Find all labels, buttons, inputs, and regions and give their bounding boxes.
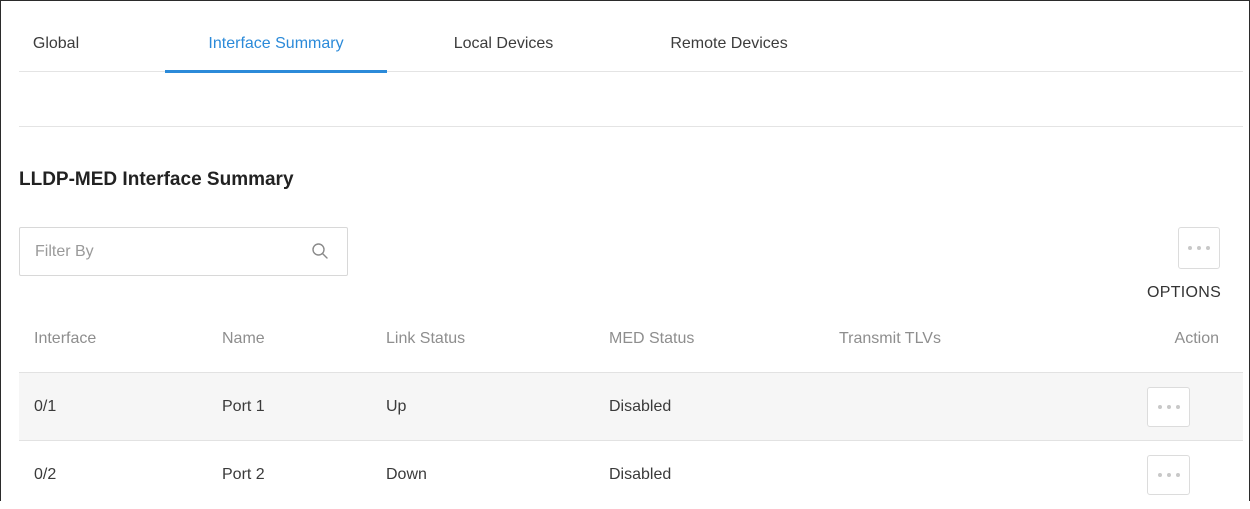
filter-box bbox=[19, 227, 348, 276]
tab-interface-summary[interactable]: Interface Summary bbox=[165, 1, 387, 73]
cell-interface: 0/2 bbox=[34, 466, 57, 483]
options-label: OPTIONS bbox=[1147, 284, 1222, 301]
more-dots-icon bbox=[1179, 246, 1219, 250]
column-header-transmit-tlvs[interactable]: Transmit TLVs bbox=[839, 306, 941, 372]
cell-med-status: Disabled bbox=[609, 398, 672, 415]
cell-name: Port 2 bbox=[222, 466, 265, 483]
column-header-link-status[interactable]: Link Status bbox=[386, 306, 465, 372]
cell-name: Port 1 bbox=[222, 398, 265, 415]
tab-global[interactable]: Global bbox=[19, 1, 93, 72]
cell-link-status: Up bbox=[386, 398, 407, 415]
row-action-button[interactable] bbox=[1147, 455, 1190, 495]
page-frame: Global Interface Summary Local Devices R… bbox=[0, 0, 1250, 501]
interface-table: Interface Name Link Status MED Status Tr… bbox=[19, 306, 1243, 508]
tab-remote-devices[interactable]: Remote Devices bbox=[641, 1, 817, 72]
page-title: LLDP-MED Interface Summary bbox=[19, 169, 294, 190]
table-row[interactable]: 0/1 Port 1 Up Disabled bbox=[19, 372, 1243, 440]
table-header: Interface Name Link Status MED Status Tr… bbox=[19, 306, 1243, 372]
filter-input[interactable] bbox=[35, 228, 305, 275]
options-button[interactable] bbox=[1178, 227, 1220, 269]
cell-interface: 0/1 bbox=[34, 398, 57, 415]
table-row[interactable]: 0/2 Port 2 Down Disabled bbox=[19, 440, 1243, 508]
tab-local-devices[interactable]: Local Devices bbox=[431, 1, 576, 72]
column-header-interface[interactable]: Interface bbox=[34, 306, 96, 372]
section-divider bbox=[19, 126, 1243, 127]
column-header-med-status[interactable]: MED Status bbox=[609, 306, 694, 372]
cell-med-status: Disabled bbox=[609, 466, 672, 483]
column-header-name[interactable]: Name bbox=[222, 306, 265, 372]
column-header-action: Action bbox=[1174, 330, 1219, 347]
more-dots-icon bbox=[1148, 473, 1189, 477]
search-icon[interactable] bbox=[311, 242, 329, 260]
more-dots-icon bbox=[1148, 405, 1189, 409]
cell-link-status: Down bbox=[386, 466, 427, 483]
row-action-button[interactable] bbox=[1147, 387, 1190, 427]
tab-bar: Global Interface Summary Local Devices R… bbox=[19, 1, 1243, 73]
